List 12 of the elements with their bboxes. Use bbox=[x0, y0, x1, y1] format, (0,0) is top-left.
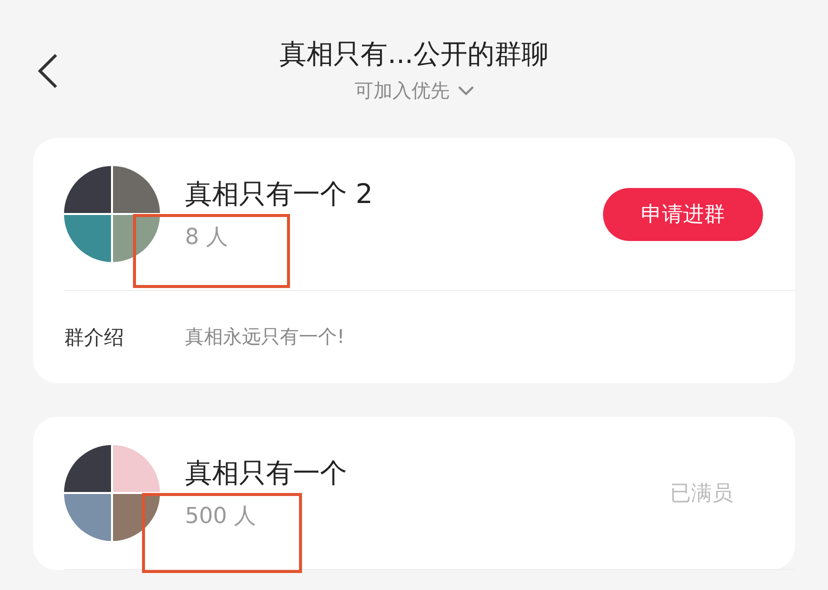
full-status: 已满员 bbox=[670, 480, 733, 507]
page-title: 真相只有...公开的群聊 bbox=[280, 38, 548, 72]
intro-label: 群介绍 bbox=[64, 324, 125, 350]
chevron-down-icon bbox=[458, 86, 474, 96]
member-count: 500 人 bbox=[185, 503, 257, 531]
group-name: 真相只有一个 bbox=[185, 457, 348, 491]
back-icon[interactable] bbox=[36, 52, 60, 90]
group-name: 真相只有一个 2 bbox=[185, 178, 374, 212]
sort-dropdown[interactable]: 可加入优先 bbox=[354, 78, 474, 104]
join-button[interactable]: 申请进群 bbox=[603, 188, 763, 240]
intro-text: 真相永远只有一个! bbox=[185, 325, 345, 350]
member-count: 8 人 bbox=[185, 224, 229, 252]
